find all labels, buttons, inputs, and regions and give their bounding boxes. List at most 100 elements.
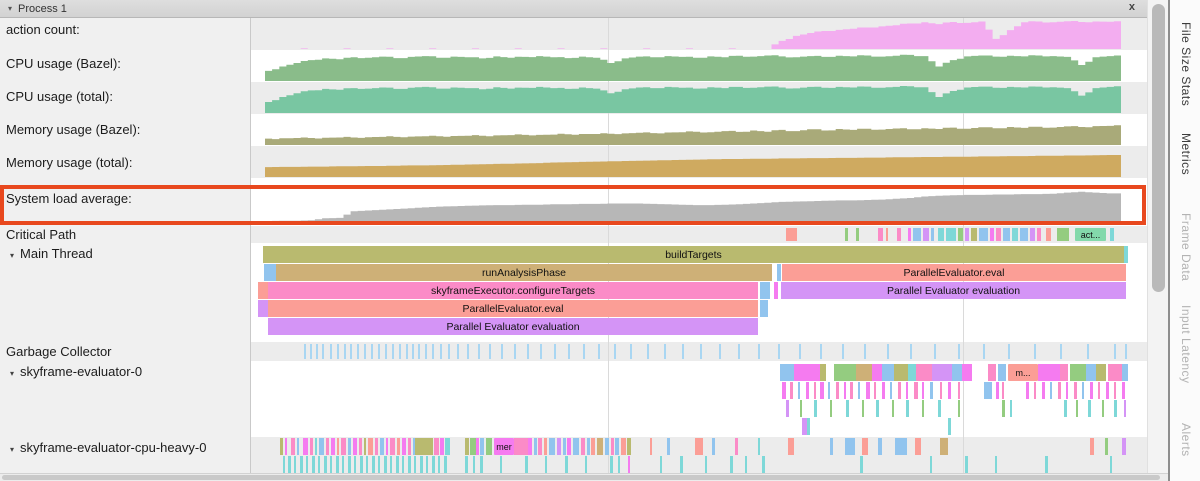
trace-event[interactable]: ParallelEvaluator.eval — [268, 300, 758, 317]
trace-event[interactable]: Parallel Evaluator evaluation — [268, 318, 758, 335]
trace-event[interactable] — [306, 456, 308, 473]
trace-event[interactable] — [882, 364, 894, 381]
trace-event[interactable] — [897, 228, 901, 241]
gc-event-tick[interactable] — [1125, 344, 1127, 359]
trace-event[interactable] — [940, 438, 948, 455]
trace-event[interactable] — [605, 438, 609, 455]
trace-event[interactable] — [426, 456, 428, 473]
trace-event[interactable] — [958, 382, 960, 399]
trace-event[interactable] — [820, 364, 826, 381]
trace-event[interactable] — [680, 456, 683, 473]
trace-event[interactable] — [465, 438, 469, 455]
trace-event[interactable] — [788, 438, 794, 455]
trace-event[interactable] — [828, 382, 830, 399]
gc-event-tick[interactable] — [425, 344, 427, 359]
trace-event[interactable] — [1064, 400, 1067, 417]
trace-event[interactable] — [372, 456, 375, 473]
gc-event-tick[interactable] — [842, 344, 844, 359]
tab-file-size-stats[interactable]: File Size Stats — [1179, 22, 1193, 106]
trace-event[interactable] — [1020, 228, 1028, 241]
gc-event-tick[interactable] — [1060, 344, 1062, 359]
collapse-triangle-icon[interactable]: ▾ — [8, 4, 12, 13]
trace-event[interactable] — [288, 456, 291, 473]
trace-event[interactable] — [364, 438, 366, 455]
gc-event-tick[interactable] — [399, 344, 401, 359]
trace-event[interactable] — [444, 456, 447, 473]
gc-event-tick[interactable] — [322, 344, 324, 359]
trace-event[interactable] — [1037, 228, 1041, 241]
trace-event[interactable] — [549, 438, 555, 455]
trace-event[interactable] — [995, 456, 997, 473]
trace-event[interactable] — [591, 438, 595, 455]
gc-event-tick[interactable] — [630, 344, 632, 359]
gc-event-tick[interactable] — [378, 344, 380, 359]
gc-event-tick[interactable] — [983, 344, 985, 359]
trace-event[interactable] — [402, 456, 404, 473]
trace-event[interactable] — [916, 364, 932, 381]
trace-event[interactable] — [758, 438, 760, 455]
trace-event[interactable] — [913, 228, 921, 241]
trace-event[interactable] — [618, 456, 620, 473]
trace-event[interactable] — [597, 438, 603, 455]
trace-event[interactable] — [782, 382, 786, 399]
trace-event[interactable] — [445, 438, 450, 455]
trace-event[interactable] — [465, 456, 468, 473]
trace-event[interactable] — [996, 228, 1001, 241]
trace-event[interactable] — [280, 438, 283, 455]
trace-event[interactable] — [1046, 228, 1051, 241]
trace-event[interactable] — [990, 228, 994, 241]
trace-event[interactable] — [500, 456, 502, 473]
gc-event-tick[interactable] — [357, 344, 359, 359]
gc-event-tick[interactable] — [583, 344, 585, 359]
trace-event[interactable] — [856, 228, 859, 241]
trace-event[interactable] — [360, 456, 363, 473]
trace-event[interactable] — [938, 228, 944, 241]
trace-event[interactable] — [434, 438, 439, 455]
gc-event-tick[interactable] — [514, 344, 516, 359]
trace-event[interactable] — [330, 456, 332, 473]
trace-event[interactable] — [384, 456, 387, 473]
gc-event-tick[interactable] — [467, 344, 469, 359]
gc-event-tick[interactable] — [432, 344, 434, 359]
trace-event[interactable] — [786, 400, 789, 417]
trace-event[interactable] — [971, 228, 977, 241]
gc-event-tick[interactable] — [440, 344, 442, 359]
trace-event[interactable] — [415, 438, 433, 455]
vertical-scrollbar[interactable] — [1147, 0, 1169, 473]
trace-event[interactable] — [573, 438, 579, 455]
trace-event[interactable] — [1122, 382, 1125, 399]
trace-event[interactable] — [1050, 382, 1052, 399]
trace-event[interactable] — [846, 400, 849, 417]
trace-event[interactable] — [998, 364, 1006, 381]
trace-event[interactable] — [890, 382, 892, 399]
trace-event[interactable] — [878, 438, 882, 455]
trace-event[interactable] — [745, 456, 747, 473]
trace-event[interactable] — [1030, 228, 1035, 241]
trace-event[interactable] — [528, 438, 532, 455]
trace-event[interactable] — [814, 400, 817, 417]
horizontal-scrollbar-thumb[interactable] — [2, 475, 1160, 480]
trace-event[interactable] — [319, 438, 324, 455]
gc-event-tick[interactable] — [344, 344, 346, 359]
trace-event[interactable] — [380, 438, 384, 455]
trace-event[interactable] — [878, 228, 883, 241]
gc-event-tick[interactable] — [934, 344, 936, 359]
trace-event[interactable] — [806, 382, 809, 399]
trace-event[interactable] — [940, 382, 942, 399]
expander-triangle-icon[interactable]: ▾ — [10, 251, 14, 260]
trace-event[interactable] — [830, 438, 833, 455]
trace-event[interactable] — [615, 438, 619, 455]
trace-event[interactable] — [291, 438, 295, 455]
trace-event[interactable] — [402, 438, 406, 455]
trace-event[interactable] — [695, 438, 703, 455]
trace-event[interactable] — [931, 228, 934, 241]
trace-event[interactable]: buildTargets — [263, 246, 1124, 263]
trace-event[interactable] — [438, 456, 440, 473]
trace-event[interactable] — [1070, 364, 1086, 381]
gc-event-tick[interactable] — [820, 344, 822, 359]
trace-event[interactable] — [996, 382, 999, 399]
trace-event[interactable] — [858, 382, 860, 399]
trace-event[interactable] — [1102, 400, 1104, 417]
trace-event[interactable] — [514, 438, 528, 455]
gc-event-tick[interactable] — [489, 344, 491, 359]
